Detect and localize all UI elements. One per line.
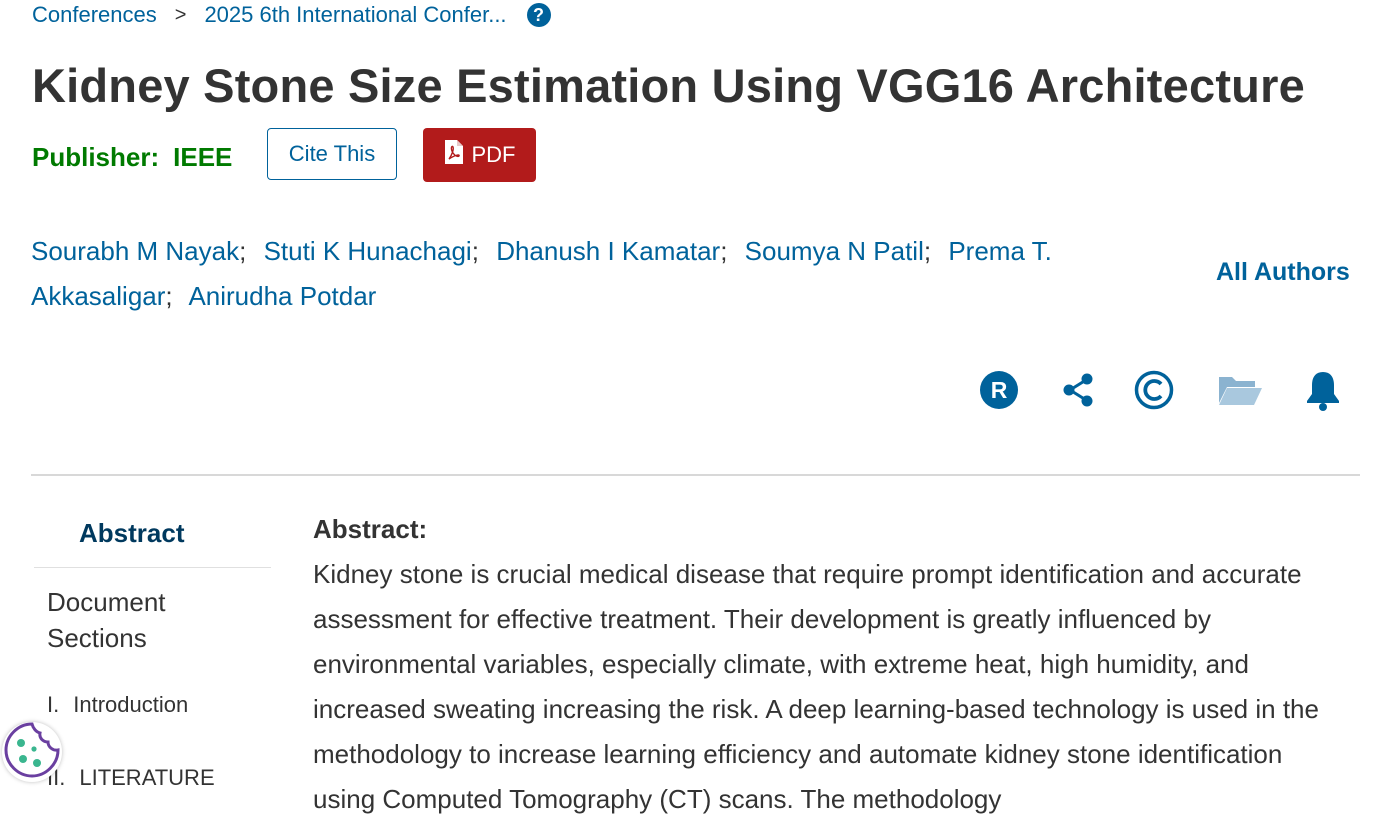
pdf-button[interactable]: PDF [423,128,536,182]
section-label: LITERATURE [79,765,215,790]
cookie-preferences-button[interactable] [2,721,62,784]
author-link[interactable]: Soumya N Patil [745,236,924,266]
author-separator: ; [239,236,247,266]
author-separator: ; [471,236,479,266]
breadcrumb-conference-name[interactable]: 2025 6th International Confer... [204,2,506,28]
publisher: Publisher: IEEE [32,142,232,173]
help-icon[interactable]: ? [526,3,551,27]
alert-bell-icon[interactable] [1303,366,1343,414]
author-separator: ; [165,281,173,311]
folder-icon[interactable] [1216,366,1264,414]
breadcrumb-separator: > [174,3,187,26]
sidebar-item-introduction[interactable]: I. Introduction [47,692,188,718]
abstract-text: Kidney stone is crucial medical disease … [313,559,1319,814]
header-divider [31,474,1360,476]
svg-text:R: R [991,377,1008,403]
copyright-icon[interactable] [1133,366,1175,414]
document-sections-heading: Document Sections [47,584,247,656]
cite-this-button[interactable]: Cite This [267,128,397,180]
rights-icon[interactable]: R [978,366,1020,414]
section-number: I. [47,692,60,717]
sidebar-item-literature[interactable]: II. LITERATURE [47,765,215,791]
pdf-button-label: PDF [471,142,516,167]
author-link[interactable]: Stuti K Hunachagi [264,236,472,266]
all-authors-link[interactable]: All Authors [1216,258,1350,287]
author-separator: ; [923,236,932,266]
abstract-heading: Abstract: [313,514,428,544]
author-link[interactable]: Dhanush I Kamatar [496,236,720,266]
page-title: Kidney Stone Size Estimation Using VGG16… [32,59,1305,112]
pdf-file-icon [444,139,464,171]
author-separator: ; [720,236,728,266]
breadcrumb-conferences[interactable]: Conferences [32,2,157,28]
sidebar-item-abstract[interactable]: Abstract [79,518,184,549]
author-link[interactable]: Anirudha Potdar [188,281,376,311]
publisher-name: IEEE [173,142,233,172]
section-label: Introduction [73,692,189,717]
breadcrumb: Conferences > 2025 6th International Con… [32,2,551,28]
document-sections-label: Document Sections [47,587,166,653]
share-icon[interactable] [1058,366,1098,414]
author-list: Sourabh M Nayak; Stuti K Hunachagi; Dhan… [31,229,1141,319]
sidebar-divider [34,567,271,568]
cookie-icon [3,721,61,784]
publisher-label: Publisher: [32,142,160,172]
author-link[interactable]: Sourabh M Nayak [31,236,239,266]
